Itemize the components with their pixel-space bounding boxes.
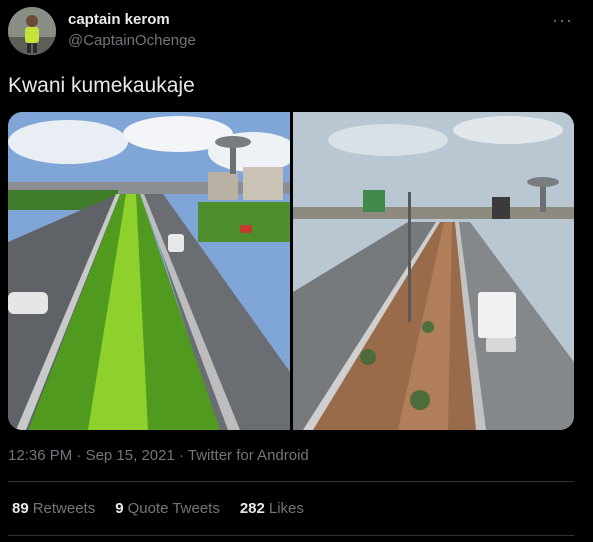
display-name[interactable]: captain kerom — [68, 11, 170, 28]
meta-separator: · — [72, 447, 86, 464]
user-handle[interactable]: @CaptainOchenge — [68, 32, 196, 49]
retweets-count: 89 — [12, 500, 29, 517]
quote-tweets-stat[interactable]: 9 Quote Tweets — [115, 500, 220, 517]
meta-separator: · — [174, 447, 188, 464]
tweet: captain kerom @CaptainOchenge ··· Kwani … — [0, 0, 593, 542]
quotes-label: Quote Tweets — [127, 500, 220, 517]
retweets-stat[interactable]: 89 Retweets — [12, 500, 95, 517]
photo-dry-median[interactable] — [293, 112, 574, 430]
divider — [8, 481, 574, 482]
tweet-date[interactable]: Sep 15, 2021 — [86, 447, 175, 464]
retweets-label: Retweets — [32, 500, 96, 517]
photo-green-median[interactable] — [8, 112, 298, 430]
tweet-meta: 12:36 PM · Sep 15, 2021 · Twitter for An… — [8, 447, 309, 464]
divider — [8, 535, 574, 536]
likes-label: Likes — [268, 500, 304, 517]
tweet-media[interactable] — [8, 112, 574, 430]
likes-count: 282 — [239, 500, 265, 517]
tweet-time[interactable]: 12:36 PM — [8, 447, 72, 464]
avatar[interactable] — [8, 7, 56, 55]
tweet-source[interactable]: Twitter for Android — [188, 447, 309, 464]
tweet-text: Kwani kumekaukaje — [8, 74, 195, 97]
more-options-icon[interactable]: ··· — [552, 10, 573, 31]
quotes-count: 9 — [115, 500, 124, 517]
engagement-stats: 89 Retweets 9 Quote Tweets 282 Likes — [12, 500, 304, 517]
avatar-photo — [8, 7, 56, 55]
likes-stat[interactable]: 282 Likes — [240, 500, 304, 517]
